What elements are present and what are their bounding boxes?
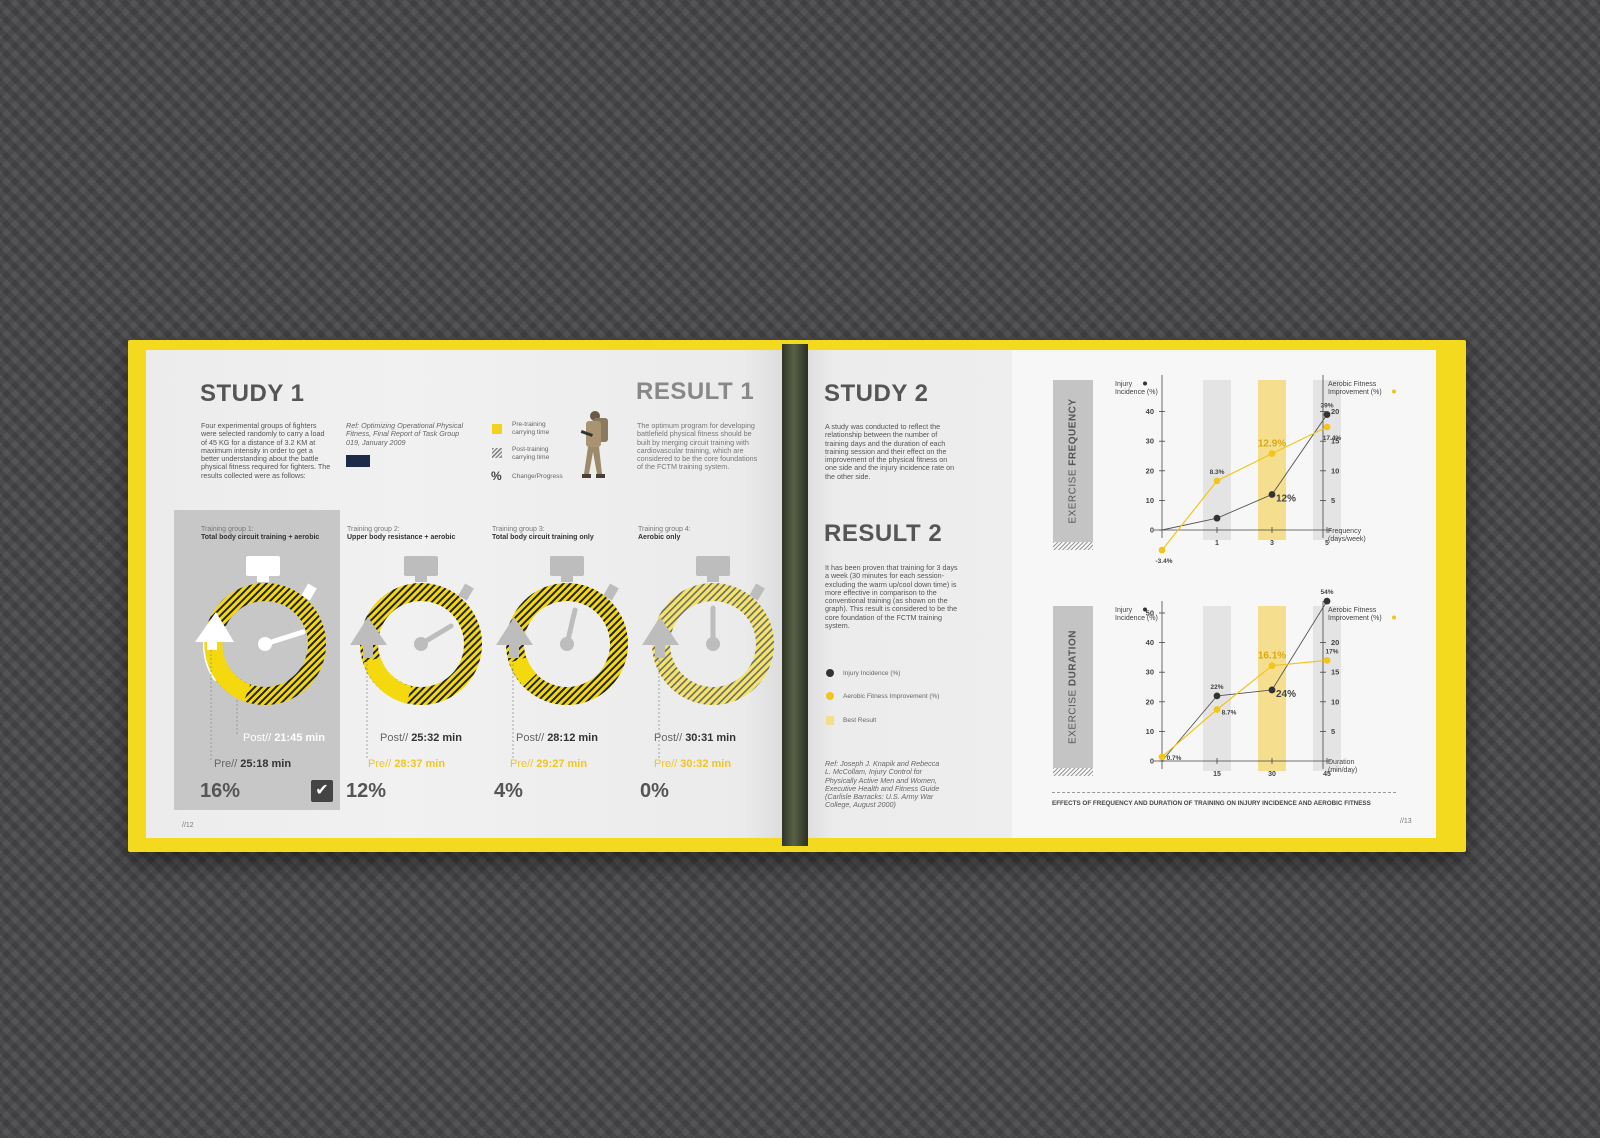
data-label: 17% xyxy=(1325,648,1338,655)
y-tick-label-right: 5 xyxy=(1331,727,1335,736)
y-axis-label-left: Incidence (%) xyxy=(1115,615,1158,622)
x-tick-label: 30 xyxy=(1268,771,1276,778)
injury-point xyxy=(1323,411,1331,418)
y-tick-label-left: 30 xyxy=(1146,668,1154,677)
y-axis-label-left: Injury xyxy=(1115,607,1133,614)
aerobic-point xyxy=(1158,546,1166,554)
injury-line xyxy=(1161,600,1328,762)
y-tick-label-right: 10 xyxy=(1331,697,1339,706)
injury-point xyxy=(1323,597,1331,605)
x-tick-label: 3 xyxy=(1270,540,1274,547)
y-tick-label-left: 20 xyxy=(1146,697,1154,706)
x-axis-label: (min/day) xyxy=(1328,767,1357,774)
data-label: 0.7% xyxy=(1167,755,1182,762)
y-axis-label-right: Aerobic Fitness xyxy=(1328,607,1377,614)
aerobic-point xyxy=(1323,423,1331,431)
category-column xyxy=(1313,606,1341,771)
data-label: -3.4% xyxy=(1156,558,1173,565)
x-axis-label: (days/week) xyxy=(1328,536,1366,543)
best-result-column xyxy=(1258,380,1286,540)
injury-point xyxy=(1213,692,1221,700)
charts-svg: 01020304051015201 3 5InjuryIncidence (%)Ae… xyxy=(1115,375,1396,778)
y-tick-label-left: 40 xyxy=(1146,638,1154,647)
aerobic-point xyxy=(1268,662,1276,670)
y-tick-label-left: 20 xyxy=(1146,466,1154,475)
data-label: 54% xyxy=(1320,589,1333,596)
injury-point xyxy=(1268,686,1276,694)
data-label: 12% xyxy=(1276,493,1296,504)
injury-dot-marker xyxy=(1143,607,1147,612)
y-tick-label-right: 15 xyxy=(1331,668,1339,677)
injury-point xyxy=(1213,514,1221,522)
page-number-right: //13 xyxy=(1400,818,1412,825)
data-label: 24% xyxy=(1276,689,1296,700)
y-tick-label-right: 5 xyxy=(1331,496,1335,505)
y-axis-label-right: Improvement (%) xyxy=(1328,615,1382,622)
y-axis-label-right: Improvement (%) xyxy=(1328,389,1382,396)
y-axis-label-left: Incidence (%) xyxy=(1115,389,1158,396)
data-label: 39% xyxy=(1320,403,1333,410)
y-axis-label-left: Injury xyxy=(1115,381,1133,388)
chart-caption: EFFECTS OF FREQUENCY AND DURATION OF TRA… xyxy=(1052,800,1371,807)
y-tick-label-left: 0 xyxy=(1150,757,1154,766)
aerobic-dot-marker xyxy=(1392,389,1396,394)
x-tick-label: 1 xyxy=(1215,540,1219,547)
y-tick-label-left: 0 xyxy=(1150,526,1154,535)
x-tick-label: 15 xyxy=(1213,771,1221,778)
y-tick-label-left: 10 xyxy=(1146,727,1154,736)
caption-rule xyxy=(1052,792,1396,793)
y-axis-label-right: Aerobic Fitness xyxy=(1328,381,1377,388)
data-label: 22% xyxy=(1210,684,1223,691)
data-label: 17.4% xyxy=(1323,435,1342,442)
aerobic-point xyxy=(1213,706,1221,713)
data-label: 16.1% xyxy=(1258,651,1286,662)
chart-duration: 01020304050510152015 30 45InjuryIncidence … xyxy=(1115,589,1396,778)
y-tick-label-left: 10 xyxy=(1146,496,1154,505)
aerobic-dot-marker xyxy=(1392,615,1396,620)
injury-dot-marker xyxy=(1143,381,1147,386)
aerobic-point xyxy=(1213,477,1221,485)
y-tick-label-right: 20 xyxy=(1331,638,1339,647)
aerobic-point xyxy=(1158,753,1166,761)
data-label: 8.7% xyxy=(1222,709,1237,716)
injury-point xyxy=(1268,491,1276,498)
chart-frequency: 01020304051015201 3 5InjuryIncidence (%)Ae… xyxy=(1115,375,1396,565)
data-label: 8.3% xyxy=(1210,469,1225,476)
injury-line xyxy=(1161,414,1328,531)
y-tick-label-right: 10 xyxy=(1331,466,1339,475)
aerobic-line xyxy=(1161,426,1328,551)
y-tick-label-left: 30 xyxy=(1146,437,1154,446)
aerobic-line xyxy=(1161,659,1328,758)
aerobic-point xyxy=(1268,450,1276,458)
aerobic-point xyxy=(1323,656,1331,664)
x-axis-label: Frequency xyxy=(1328,528,1362,535)
data-label: 12.9% xyxy=(1258,439,1286,450)
y-tick-label-left: 40 xyxy=(1146,407,1154,416)
x-axis-label: Duration xyxy=(1328,759,1355,766)
